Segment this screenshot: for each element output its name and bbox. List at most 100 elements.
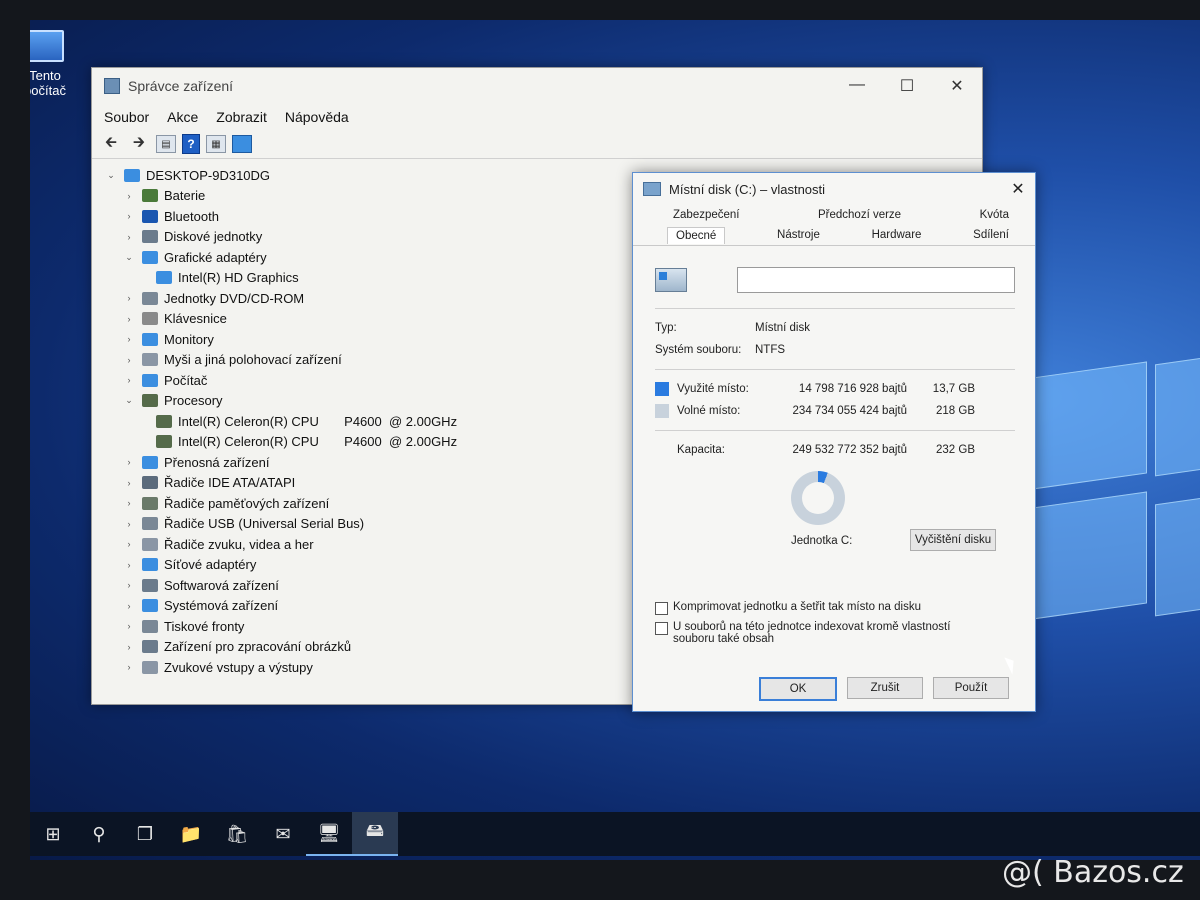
- expand-chevron-icon[interactable]: ›: [122, 498, 136, 508]
- back-arrow-icon[interactable]: 🡰: [100, 134, 122, 154]
- close-button[interactable]: ✕: [932, 76, 982, 96]
- start-icon[interactable]: ⊞: [30, 812, 76, 856]
- tree-item-label: Bluetooth: [164, 208, 219, 224]
- tab-predchozi-verze[interactable]: Předchozí verze: [818, 209, 901, 221]
- compress-checkbox[interactable]: [655, 602, 668, 615]
- tree-item-label: Systémová zařízení: [164, 598, 279, 614]
- mail-icon[interactable]: ✉: [260, 812, 306, 856]
- device-category-icon: [156, 271, 172, 285]
- disk-cleanup-button[interactable]: Vyčištění disku: [910, 529, 996, 551]
- tab-hardware[interactable]: Hardware: [872, 229, 922, 241]
- device-manager-icon[interactable]: 🖥: [306, 812, 352, 856]
- expand-chevron-icon[interactable]: ›: [122, 519, 136, 529]
- general-tab-panel: Typ: Místní disk Systém souboru: NTFS Vy…: [633, 246, 1035, 645]
- tree-item-label: Počítač: [164, 372, 208, 388]
- close-button[interactable]: ✕: [1001, 179, 1035, 199]
- desktop-icon-label: Tento počítač: [30, 68, 66, 98]
- properties-icon[interactable]: ▤: [156, 135, 176, 153]
- tree-root-label: DESKTOP-9D310DG: [146, 167, 271, 183]
- tree-item-label: Řadiče IDE ATA/ATAPI: [164, 475, 296, 491]
- menu-napoveda[interactable]: Nápověda: [285, 109, 349, 125]
- collapse-chevron-icon[interactable]: ⌄: [122, 252, 136, 263]
- filesystem-value: NTFS: [755, 344, 786, 356]
- expand-chevron-icon[interactable]: ›: [122, 355, 136, 365]
- desktop-icon-this-pc[interactable]: Tento počítač: [30, 30, 80, 98]
- index-checkbox[interactable]: [655, 622, 668, 635]
- device-category-icon: [142, 209, 158, 223]
- compress-option[interactable]: Komprimovat jednotku a šetřit tak místo …: [655, 601, 1015, 615]
- search-icon[interactable]: ⚲: [76, 812, 122, 856]
- device-category-icon: [142, 250, 158, 264]
- ok-button[interactable]: OK: [759, 677, 837, 701]
- task-view-icon[interactable]: ❐: [122, 812, 168, 856]
- tree-item-label: Zvukové vstupy a výstupy: [164, 659, 313, 675]
- tree-item-label: Intel(R) HD Graphics: [178, 270, 299, 286]
- store-icon[interactable]: 🛍: [214, 812, 260, 856]
- device-category-icon: [156, 435, 172, 449]
- tree-item-label: Řadiče USB (Universal Serial Bus): [164, 516, 365, 532]
- tree-item-label: Monitory: [164, 331, 214, 347]
- expand-chevron-icon[interactable]: ›: [122, 232, 136, 242]
- menu-soubor[interactable]: Soubor: [104, 109, 149, 125]
- expand-chevron-icon[interactable]: ›: [122, 539, 136, 549]
- tree-item-label: Grafické adaptéry: [164, 249, 267, 265]
- disk-properties-icon[interactable]: 🖴: [352, 812, 398, 856]
- maximize-button[interactable]: ☐: [882, 76, 932, 96]
- expand-chevron-icon[interactable]: ›: [122, 642, 136, 652]
- expand-chevron-icon[interactable]: ›: [122, 457, 136, 467]
- expand-chevron-icon[interactable]: ›: [122, 334, 136, 344]
- expand-chevron-icon[interactable]: ›: [122, 314, 136, 324]
- expand-chevron-icon[interactable]: ›: [122, 191, 136, 201]
- expand-chevron-icon[interactable]: ›: [122, 601, 136, 611]
- menu-akce[interactable]: Akce: [167, 109, 198, 125]
- help-icon[interactable]: ?: [182, 134, 200, 154]
- collapse-chevron-icon[interactable]: ⌄: [104, 170, 118, 181]
- tab-kvota[interactable]: Kvóta: [980, 209, 1009, 221]
- capacity-bytes: 249 532 772 352 bajtů: [792, 444, 907, 456]
- tree-item-label: Jednotky DVD/CD-ROM: [164, 290, 305, 306]
- expand-chevron-icon[interactable]: ›: [122, 662, 136, 672]
- tab-obecne[interactable]: Obecné: [667, 226, 726, 244]
- tab-nastroje[interactable]: Nástroje: [777, 229, 820, 241]
- computer-icon: [124, 168, 140, 182]
- minimize-button[interactable]: —: [832, 76, 882, 96]
- tab-sdileni[interactable]: Sdílení: [973, 229, 1009, 241]
- expand-chevron-icon[interactable]: ›: [122, 375, 136, 385]
- used-space-swatch: [655, 382, 669, 396]
- expand-chevron-icon[interactable]: ›: [122, 211, 136, 221]
- dialog-buttons: OK Zrušit Použít: [759, 677, 1009, 701]
- menu-zobrazit[interactable]: Zobrazit: [216, 109, 267, 125]
- cancel-button[interactable]: Zrušit: [847, 677, 923, 699]
- expand-chevron-icon[interactable]: ›: [122, 478, 136, 488]
- tree-item-label: Řadiče paměťových zařízení: [164, 495, 330, 511]
- expand-chevron-icon[interactable]: ›: [122, 621, 136, 631]
- capacity-row: Kapacita: 249 532 772 352 bajtů 232 GB: [655, 439, 1015, 461]
- device-category-icon: [142, 373, 158, 387]
- show-hidden-icon[interactable]: ▦: [206, 135, 226, 153]
- tree-item-label: Řadiče zvuku, videa a her: [164, 536, 314, 552]
- collapse-chevron-icon[interactable]: ⌄: [122, 395, 136, 406]
- free-space-size: 218 GB: [936, 405, 975, 417]
- tab-zabezpeceni[interactable]: Zabezpečení: [673, 209, 740, 221]
- capacity-size: 232 GB: [936, 444, 975, 456]
- index-option[interactable]: U souborů na této jednotce indexovat kro…: [655, 621, 1015, 645]
- drive-icon: [643, 182, 661, 196]
- expand-chevron-icon[interactable]: ›: [122, 580, 136, 590]
- device-category-icon: [142, 455, 158, 469]
- file-explorer-icon[interactable]: 📁: [168, 812, 214, 856]
- device-category-icon: [142, 189, 158, 203]
- device-category-icon: [142, 640, 158, 654]
- expand-chevron-icon[interactable]: ›: [122, 293, 136, 303]
- disk-usage-donut: [791, 471, 845, 525]
- scan-hardware-icon[interactable]: [232, 135, 252, 153]
- tree-item-label: Intel(R) Celeron(R) CPU P4600 @ 2.00GHz: [178, 434, 458, 450]
- toolbar: 🡰 🡲 ▤ ? ▦: [92, 130, 982, 159]
- tree-item-label: Tiskové fronty: [164, 618, 245, 634]
- forward-arrow-icon[interactable]: 🡲: [128, 134, 150, 154]
- tab-row-top: Zabezpečení Předchozí verze Kvóta: [633, 205, 1035, 225]
- volume-name-input[interactable]: [737, 267, 1015, 293]
- device-category-icon: [142, 230, 158, 244]
- expand-chevron-icon[interactable]: ›: [122, 560, 136, 570]
- apply-button[interactable]: Použít: [933, 677, 1009, 699]
- device-category-icon: [156, 414, 172, 428]
